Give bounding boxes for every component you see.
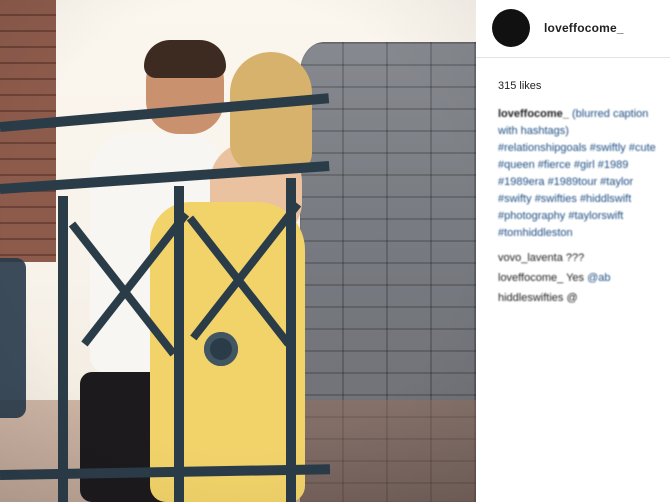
caption: loveffocome_ (blurred caption with hasht… [498, 106, 664, 242]
instagram-post: loveffocome_ 315 likes loveffocome_ (blu… [0, 0, 670, 502]
railing-top-bar [0, 93, 330, 132]
hashtag[interactable]: #cute [629, 142, 656, 154]
comment-username[interactable]: hiddleswifties [498, 292, 563, 304]
hashtag[interactable]: #1989tour [548, 176, 598, 188]
hashtag[interactable]: #girl [574, 159, 595, 171]
caption-username[interactable]: loveffocome_ [498, 108, 569, 120]
comment-text: Yes [566, 272, 585, 284]
railing-diagonal [190, 201, 302, 341]
hashtag[interactable]: #1989 [598, 159, 629, 171]
railing-post [58, 196, 68, 502]
comment-username[interactable]: vovo_laventa [498, 252, 563, 264]
comment: vovo_laventa ??? [498, 248, 664, 268]
comment: hiddleswifties @ [498, 288, 664, 308]
avatar[interactable] [492, 9, 530, 47]
hashtag[interactable]: #relationshipgoals [498, 142, 587, 154]
hashtag[interactable]: #1989era [498, 176, 545, 188]
post-photo[interactable] [0, 0, 476, 502]
hashtag[interactable]: #queen [498, 159, 535, 171]
hashtag[interactable]: #taylorswift [568, 210, 623, 222]
railing-bar [0, 160, 330, 194]
comments: vovo_laventa ??? loveffocome_ Yes @ab hi… [498, 248, 664, 308]
comment: loveffocome_ Yes @ab [498, 268, 664, 288]
hashtag[interactable]: #photography [498, 210, 565, 222]
railing-clamp [0, 258, 26, 418]
railing-hub [204, 332, 238, 366]
header-divider [476, 57, 670, 58]
comment-username[interactable]: loveffocome_ [498, 272, 563, 284]
comment-mention[interactable]: @ab [587, 272, 610, 284]
hashtag[interactable]: #fierce [538, 159, 571, 171]
hashtag[interactable]: #swiftly [590, 142, 626, 154]
hashtag[interactable]: #taylor [600, 176, 633, 188]
post-header: loveffocome_ [476, 0, 670, 56]
railing-bottom-bar [0, 464, 331, 480]
post-sidebar: loveffocome_ 315 likes loveffocome_ (blu… [476, 0, 670, 502]
metal-railing [0, 0, 476, 502]
hashtag[interactable]: #swifties [535, 193, 577, 205]
likes-count[interactable]: 315 likes [498, 80, 541, 92]
username[interactable]: loveffocome_ [544, 21, 624, 35]
hashtag[interactable]: #tomhiddleston [498, 227, 573, 239]
comment-text: @ [566, 292, 578, 304]
hashtag-list: #relationshipgoals #swiftly #cute #queen… [498, 140, 664, 242]
comment-text: ??? [565, 252, 585, 264]
hashtag[interactable]: #hiddlswift [580, 193, 631, 205]
railing-diagonal [81, 211, 190, 347]
hashtag[interactable]: #swifty [498, 193, 532, 205]
